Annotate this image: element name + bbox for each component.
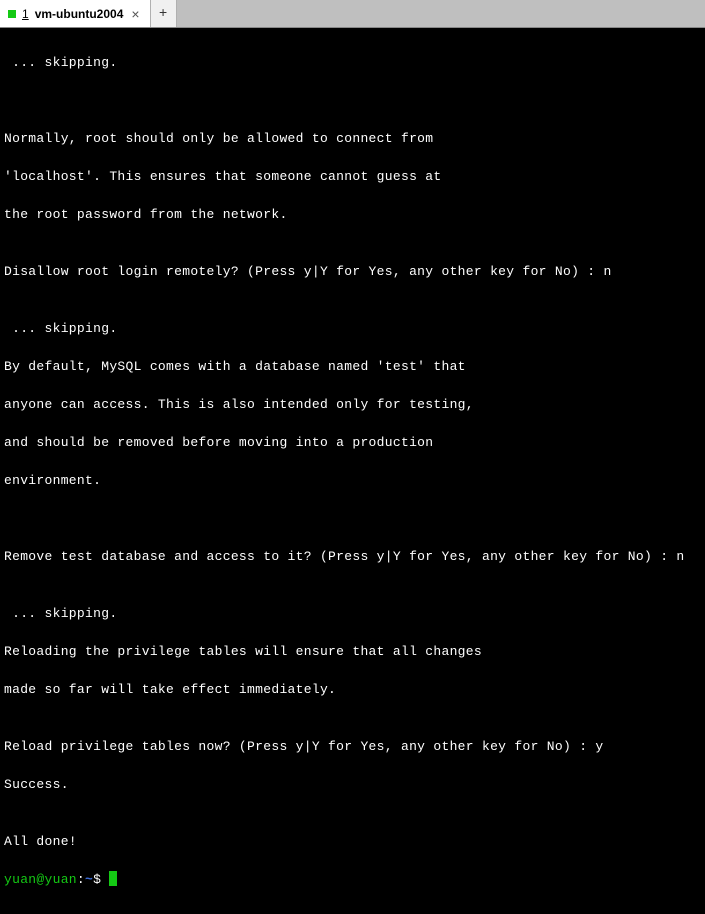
cursor-icon	[109, 871, 117, 886]
tab-number: 1	[22, 7, 29, 21]
tab-vm-ubuntu2004[interactable]: 1 vm-ubuntu2004 ×	[0, 0, 151, 27]
terminal-line: the root password from the network.	[4, 205, 701, 224]
terminal-line: ... skipping.	[4, 319, 701, 338]
terminal-line: All done!	[4, 832, 701, 851]
terminal-line: Disallow root login remotely? (Press y|Y…	[4, 262, 701, 281]
terminal-line: made so far will take effect immediately…	[4, 680, 701, 699]
terminal-line: By default, MySQL comes with a database …	[4, 357, 701, 376]
tab-status-icon	[8, 10, 16, 18]
terminal-line: Success.	[4, 775, 701, 794]
prompt-user-host: yuan@yuan	[4, 872, 77, 887]
terminal-line: Remove test database and access to it? (…	[4, 547, 701, 566]
plus-icon: +	[159, 6, 167, 22]
tabbar-empty-area	[177, 0, 705, 27]
terminal-line: anyone can access. This is also intended…	[4, 395, 701, 414]
terminal-line: and should be removed before moving into…	[4, 433, 701, 452]
terminal-line: ... skipping.	[4, 53, 701, 72]
prompt-colon: :	[77, 872, 85, 887]
terminal-line: Reloading the privilege tables will ensu…	[4, 642, 701, 661]
prompt-path: ~	[85, 872, 93, 887]
terminal-prompt-line: yuan@yuan:~$	[4, 870, 701, 889]
tab-title: vm-ubuntu2004	[35, 7, 124, 21]
terminal-line: Normally, root should only be allowed to…	[4, 129, 701, 148]
tab-bar: 1 vm-ubuntu2004 × +	[0, 0, 705, 28]
terminal-line: environment.	[4, 471, 701, 490]
prompt-sigil: $	[93, 872, 109, 887]
terminal-output[interactable]: ... skipping. Normally, root should only…	[0, 28, 705, 914]
close-icon[interactable]: ×	[129, 6, 141, 22]
terminal-line: 'localhost'. This ensures that someone c…	[4, 167, 701, 186]
terminal-line: Reload privilege tables now? (Press y|Y …	[4, 737, 701, 756]
terminal-line: ... skipping.	[4, 604, 701, 623]
new-tab-button[interactable]: +	[151, 0, 177, 27]
